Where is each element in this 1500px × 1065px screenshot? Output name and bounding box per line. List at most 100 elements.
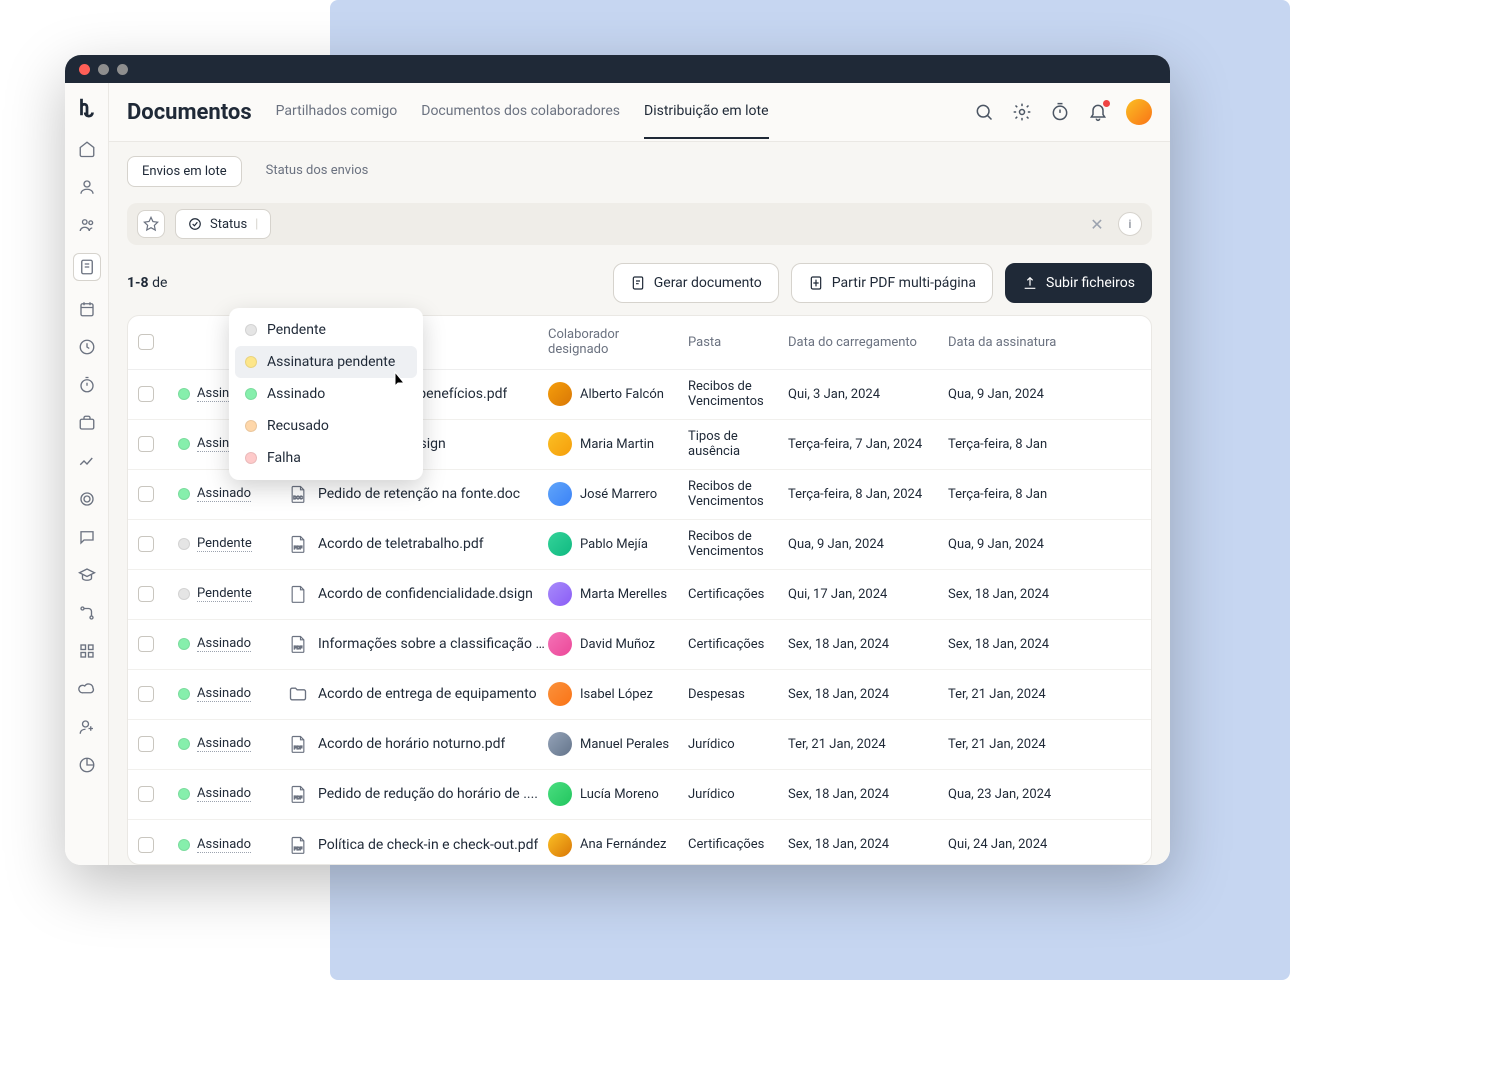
left-sidebar <box>65 83 109 865</box>
tab-collab-docs[interactable]: Documentos dos colaboradores <box>421 103 620 139</box>
flow-icon[interactable] <box>77 603 97 623</box>
info-button[interactable]: i <box>1118 212 1142 236</box>
row-checkbox[interactable] <box>138 786 154 802</box>
table-row[interactable]: AssinadoPDFPedido de redução do horário … <box>128 770 1151 820</box>
row-checkbox[interactable] <box>138 736 154 752</box>
chart-icon[interactable] <box>77 451 97 471</box>
dd-recusado[interactable]: Recusado <box>235 410 417 442</box>
filter-bar: Status | ✕ i <box>127 203 1152 245</box>
briefcase-icon[interactable] <box>77 413 97 433</box>
minimize-window-dot[interactable] <box>98 64 109 75</box>
dd-assinado[interactable]: Assinado <box>235 378 417 410</box>
app-window: Documentos Partilhados comigo Documentos… <box>65 55 1170 865</box>
bell-icon[interactable] <box>1088 102 1108 122</box>
collaborator-cell: Maria Martin <box>548 432 688 456</box>
folder-cell: Recibos de Vencimentos <box>688 479 788 510</box>
tab-batch[interactable]: Distribuição em lote <box>644 103 769 139</box>
upload-files-button[interactable]: Subir ficheiros <box>1005 263 1152 303</box>
subtab-batch-send[interactable]: Envios em lote <box>127 156 242 187</box>
status-dot <box>178 488 190 500</box>
upload-date-cell: Terça-feira, 7 Jan, 2024 <box>788 437 948 452</box>
table-row[interactable]: PendentePDFAcordo de teletrabalho.pdfPab… <box>128 520 1151 570</box>
collaborator-cell: Alberto Falcón <box>548 382 688 406</box>
dd-assinatura-pendente[interactable]: Assinatura pendente <box>235 346 417 378</box>
home-icon[interactable] <box>77 139 97 159</box>
row-checkbox[interactable] <box>138 486 154 502</box>
row-checkbox[interactable] <box>138 436 154 452</box>
collaborator-avatar <box>548 482 572 506</box>
row-checkbox[interactable] <box>138 386 154 402</box>
timer-icon[interactable] <box>77 375 97 395</box>
clock-icon[interactable] <box>77 337 97 357</box>
table-row[interactable]: AssinadoAcordo de entrega de equipamento… <box>128 670 1151 720</box>
filename-cell: PDFAcordo de teletrabalho.pdf <box>288 534 548 554</box>
add-user-icon[interactable] <box>77 717 97 737</box>
col-folder[interactable]: Pasta <box>688 335 788 351</box>
select-all-checkbox[interactable] <box>138 334 154 350</box>
filename-cell: Acordo de entrega de equipamento <box>288 684 548 704</box>
app-logo[interactable] <box>73 93 101 121</box>
filename: Acordo de horário noturno.pdf <box>318 736 505 752</box>
user-avatar[interactable] <box>1126 99 1152 125</box>
favorite-button[interactable] <box>137 210 165 238</box>
status-filter-chip[interactable]: Status | <box>175 209 271 239</box>
pie-icon[interactable] <box>77 755 97 775</box>
collaborator-cell: Manuel Perales <box>548 732 688 756</box>
table-row[interactable]: AssinadoPDFInformações sobre a classific… <box>128 620 1151 670</box>
svg-text:PDF: PDF <box>294 545 303 550</box>
sign-date-cell: Ter, 21 Jan, 2024 <box>948 737 1108 752</box>
maximize-window-dot[interactable] <box>117 64 128 75</box>
file-icon <box>288 684 308 704</box>
chat-icon[interactable] <box>77 527 97 547</box>
row-checkbox[interactable] <box>138 536 154 552</box>
row-checkbox[interactable] <box>138 636 154 652</box>
topbar: Documentos Partilhados comigo Documentos… <box>109 83 1170 142</box>
top-icons <box>974 99 1152 125</box>
table-row[interactable]: PendenteAcordo de confidencialidade.dsig… <box>128 570 1151 620</box>
target-icon[interactable] <box>77 489 97 509</box>
search-icon[interactable] <box>974 102 994 122</box>
file-icon: PDF <box>288 835 308 855</box>
file-icon: PDF <box>288 734 308 754</box>
upload-date-cell: Ter, 21 Jan, 2024 <box>788 737 948 752</box>
col-sign-date[interactable]: Data da assinatura <box>948 335 1108 351</box>
dd-falha[interactable]: Falha <box>235 442 417 474</box>
collaborator-name: Lucía Moreno <box>580 787 659 802</box>
collaborator-cell: Lucía Moreno <box>548 782 688 806</box>
row-checkbox[interactable] <box>138 586 154 602</box>
status-cell: Pendente <box>178 536 288 552</box>
user-icon[interactable] <box>77 177 97 197</box>
status-cell: Assinado <box>178 686 288 702</box>
filename-cell: PDFInformações sobre a classificação ...… <box>288 634 548 654</box>
dd-pendente[interactable]: Pendente <box>235 314 417 346</box>
users-icon[interactable] <box>77 215 97 235</box>
sign-date-cell: Qua, 9 Jan, 2024 <box>948 387 1108 402</box>
collaborator-avatar <box>548 582 572 606</box>
stopwatch-icon[interactable] <box>1050 102 1070 122</box>
subtab-send-status[interactable]: Status dos envios <box>252 156 383 187</box>
gear-icon[interactable] <box>1012 102 1032 122</box>
status-cell: Assinado <box>178 786 288 802</box>
status-dot <box>178 638 190 650</box>
generate-doc-button[interactable]: Gerar documento <box>613 263 779 303</box>
clear-filter-button[interactable]: ✕ <box>1086 213 1108 235</box>
collaborator-avatar <box>548 382 572 406</box>
page-title: Documentos <box>127 100 252 125</box>
filename: Pedido de redução do horário de .... <box>318 786 538 802</box>
row-checkbox[interactable] <box>138 686 154 702</box>
grid-icon[interactable] <box>77 641 97 661</box>
close-window-dot[interactable] <box>79 64 90 75</box>
split-pdf-button[interactable]: Partir PDF multi-página <box>791 263 993 303</box>
split-pdf-label: Partir PDF multi-página <box>832 275 976 291</box>
documents-icon[interactable] <box>73 253 101 281</box>
table-row[interactable]: AssinadoPDFPolítica de check-in e check-… <box>128 820 1151 865</box>
graduation-icon[interactable] <box>77 565 97 585</box>
col-collab[interactable]: Colaborador designado <box>548 327 688 358</box>
status-dot <box>178 688 190 700</box>
row-checkbox[interactable] <box>138 837 154 853</box>
calendar-icon[interactable] <box>77 299 97 319</box>
table-row[interactable]: AssinadoPDFAcordo de horário noturno.pdf… <box>128 720 1151 770</box>
tab-shared[interactable]: Partilhados comigo <box>276 103 398 139</box>
col-upload-date[interactable]: Data do carregamento <box>788 335 948 351</box>
cloud-icon[interactable] <box>77 679 97 699</box>
